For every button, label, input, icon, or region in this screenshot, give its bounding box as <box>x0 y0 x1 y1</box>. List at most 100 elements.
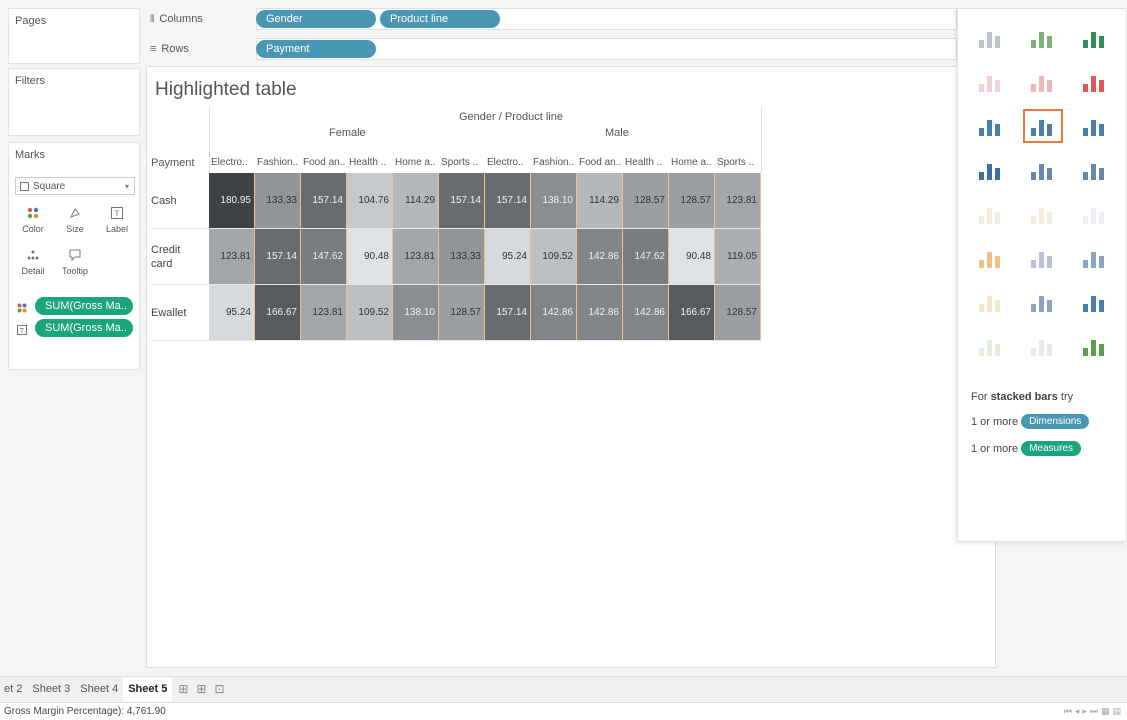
table-cell[interactable]: 166.67 <box>255 285 301 341</box>
scatter-plot-icon[interactable] <box>971 285 1011 319</box>
list-view-icon[interactable]: ▤ <box>1112 706 1121 717</box>
text-table-icon[interactable] <box>971 21 1011 55</box>
label-field-row[interactable]: T SUM(Gross Ma.. <box>15 319 137 337</box>
packed-bubbles-icon[interactable] <box>1075 329 1115 363</box>
tooltip-button[interactable]: Tooltip <box>57 247 93 287</box>
svg-text:T: T <box>19 327 25 335</box>
first-page-icon[interactable]: ⏮ <box>1064 706 1072 717</box>
table-cell[interactable]: 114.29 <box>393 173 439 229</box>
tab-sheet-2[interactable]: et 2 <box>0 683 27 695</box>
grid-view-icon[interactable]: ▦ <box>1101 706 1110 717</box>
new-story-icon[interactable]: ⊡ <box>214 682 224 696</box>
table-cell[interactable]: 157.14 <box>301 173 347 229</box>
mark-type-dropdown[interactable]: Square ▾ <box>15 177 135 195</box>
size-button[interactable]: Size <box>57 205 93 245</box>
side-by-side-circles-icon[interactable] <box>1075 153 1115 187</box>
table-cell[interactable]: 138.10 <box>393 285 439 341</box>
column-header: Home a.. <box>395 157 436 168</box>
next-page-icon[interactable]: ▸ <box>1082 706 1087 717</box>
color-button[interactable]: Color <box>15 205 51 245</box>
table-cell[interactable]: 128.57 <box>623 173 669 229</box>
gantt-chart-icon[interactable] <box>971 329 1011 363</box>
treemap-icon[interactable] <box>971 153 1011 187</box>
table-cell[interactable]: 104.76 <box>347 173 393 229</box>
table-cell[interactable]: 128.57 <box>439 285 485 341</box>
view-canvas[interactable]: Highlighted table Gender / Product line F… <box>146 66 996 668</box>
table-cell[interactable]: 157.14 <box>485 285 531 341</box>
column-header: Sports .. <box>441 157 479 168</box>
table-cell[interactable]: 157.14 <box>255 229 301 285</box>
rows-label-text: Rows <box>161 43 189 55</box>
bullet-graph-icon[interactable] <box>1023 329 1063 363</box>
dual-combination-icon[interactable] <box>1075 241 1115 275</box>
new-worksheet-icon[interactable]: ⊞ <box>178 682 188 696</box>
table-cell[interactable]: 157.14 <box>485 173 531 229</box>
table-cell[interactable]: 95.24 <box>209 285 255 341</box>
table-cell[interactable]: 128.57 <box>715 285 761 341</box>
stacked-bars-icon[interactable] <box>1023 109 1063 143</box>
table-cell[interactable]: 109.52 <box>347 285 393 341</box>
table-cell[interactable]: 95.24 <box>485 229 531 285</box>
table-cell[interactable]: 142.86 <box>577 229 623 285</box>
detail-button[interactable]: Detail <box>15 247 51 287</box>
continuous-lines-icon[interactable] <box>971 197 1011 231</box>
table-cell[interactable]: 109.52 <box>531 229 577 285</box>
show-me-panel: For stacked bars try 1 or more Dimension… <box>957 8 1127 542</box>
last-page-icon[interactable]: ⏭ <box>1090 706 1098 717</box>
table-cell[interactable]: 90.48 <box>669 229 715 285</box>
color-field-row[interactable]: SUM(Gross Ma.. <box>15 297 137 315</box>
table-cell[interactable]: 138.10 <box>531 173 577 229</box>
highlight-table-icon[interactable] <box>1075 21 1115 55</box>
new-dashboard-icon[interactable]: ⊞ <box>196 682 206 696</box>
column-header: Health .. <box>349 157 387 168</box>
gender-column-pill[interactable]: Gender <box>256 10 376 28</box>
table-cell[interactable]: 133.33 <box>255 173 301 229</box>
tab-sheet-5[interactable]: Sheet 5 <box>123 677 173 701</box>
side-by-side-bars-icon[interactable] <box>1075 109 1115 143</box>
box-whisker-icon[interactable] <box>1075 285 1115 319</box>
table-cell[interactable]: 133.33 <box>439 229 485 285</box>
table-cell[interactable]: 142.86 <box>577 285 623 341</box>
table-cell[interactable]: 123.81 <box>393 229 439 285</box>
table-cell[interactable]: 180.95 <box>209 173 255 229</box>
rows-shelf-label: ≡ Rows <box>146 43 256 55</box>
heat-map-icon[interactable] <box>1023 21 1063 55</box>
tab-sheet-3[interactable]: Sheet 3 <box>27 683 75 695</box>
table-cell[interactable]: 166.67 <box>669 285 715 341</box>
tab-sheet-4[interactable]: Sheet 4 <box>75 683 123 695</box>
payment-row-header: Payment <box>151 157 195 169</box>
symbol-map-icon[interactable] <box>971 65 1011 99</box>
label-measure-pill[interactable]: SUM(Gross Ma.. <box>35 319 133 337</box>
payment-row-pill[interactable]: Payment <box>256 40 376 58</box>
table-cell[interactable]: 142.86 <box>623 285 669 341</box>
table-cell[interactable]: 119.05 <box>715 229 761 285</box>
pages-panel[interactable]: Pages <box>8 8 140 64</box>
table-cell[interactable]: 123.81 <box>301 285 347 341</box>
horizontal-bars-icon[interactable] <box>971 109 1011 143</box>
prev-page-icon[interactable]: ◂ <box>1075 706 1080 717</box>
color-measure-pill[interactable]: SUM(Gross Ma.. <box>35 297 133 315</box>
table-cell[interactable]: 147.62 <box>623 229 669 285</box>
column-header: Electro.. <box>487 157 524 168</box>
product-line-column-pill[interactable]: Product line <box>380 10 500 28</box>
marks-panel: Marks Square ▾ Color Size T Label Detail… <box>8 142 140 370</box>
area-continuous-icon[interactable] <box>971 241 1011 275</box>
table-cell[interactable]: 157.14 <box>439 173 485 229</box>
filled-map-icon[interactable] <box>1023 65 1063 99</box>
status-nav-controls[interactable]: ⏮ ◂ ▸ ⏭ ▦ ▤ <box>1064 706 1121 717</box>
histogram-icon[interactable] <box>1023 285 1063 319</box>
discrete-lines-icon[interactable] <box>1023 197 1063 231</box>
label-button[interactable]: T Label <box>99 205 135 245</box>
area-discrete-icon[interactable] <box>1023 241 1063 275</box>
table-cell[interactable]: 142.86 <box>531 285 577 341</box>
circle-views-icon[interactable] <box>1023 153 1063 187</box>
table-cell[interactable]: 128.57 <box>669 173 715 229</box>
table-cell[interactable]: 90.48 <box>347 229 393 285</box>
table-cell[interactable]: 114.29 <box>577 173 623 229</box>
table-cell[interactable]: 147.62 <box>301 229 347 285</box>
pie-chart-icon[interactable] <box>1075 65 1115 99</box>
dual-lines-icon[interactable] <box>1075 197 1115 231</box>
table-cell[interactable]: 123.81 <box>715 173 761 229</box>
filters-panel[interactable]: Filters <box>8 68 140 136</box>
table-cell[interactable]: 123.81 <box>209 229 255 285</box>
